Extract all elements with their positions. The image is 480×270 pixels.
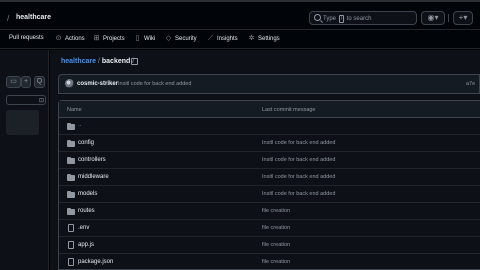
search-icon: [314, 14, 321, 21]
avatar[interactable]: [65, 79, 74, 88]
file-name-link[interactable]: controllers: [78, 157, 106, 163]
book-icon: ▯: [135, 35, 140, 42]
folder-icon: [67, 140, 75, 147]
file-commit-message[interactable]: Insitl code for back end added: [262, 191, 335, 197]
tab-wiki-label: Wiki: [144, 35, 156, 42]
tab-settings[interactable]: ✲ Settings: [248, 35, 280, 42]
copilot-button[interactable]: ◉▾: [421, 11, 445, 25]
file-name-link[interactable]: routes: [78, 208, 95, 214]
folder-icon: [67, 208, 75, 215]
file-name-link[interactable]: config: [78, 140, 94, 146]
folder-icon: [67, 191, 75, 198]
search-input[interactable]: Type / to search: [309, 11, 417, 25]
tab-wiki[interactable]: ▯ Wiki: [134, 35, 156, 42]
tab-actions-label: Actions: [65, 35, 85, 42]
copy-path-icon[interactable]: [131, 58, 138, 65]
plus-icon: +: [23, 78, 29, 85]
tab-projects-label: Projects: [103, 35, 125, 42]
search-icon: Q: [36, 78, 43, 85]
folder-icon: [67, 174, 75, 181]
tab-actions[interactable]: ⊙ Actions: [55, 35, 85, 42]
graph-icon: ⟋: [208, 35, 213, 42]
file-commit-message[interactable]: Insitl code for back end added: [262, 140, 335, 146]
filter-icon: ⊡: [38, 98, 44, 104]
header-divider: [448, 14, 449, 22]
file-commit-message[interactable]: file creation: [262, 225, 290, 231]
file-name-link[interactable]: models: [78, 191, 97, 197]
file-commit-message[interactable]: file creation: [262, 242, 290, 248]
create-new-button[interactable]: +▾: [453, 11, 473, 25]
tab-pull-requests[interactable]: Pull requests: [9, 35, 44, 41]
owner-separator: /: [7, 14, 10, 23]
commit-message-link[interactable]: Insitl code for back end added: [118, 81, 191, 87]
shield-icon: ◇: [165, 35, 172, 42]
sidebar-collapse-icon: ▭: [10, 78, 17, 85]
breadcrumb-separator: /: [97, 58, 100, 65]
folder-icon: [67, 157, 75, 164]
column-header-name: Name: [67, 107, 82, 113]
gear-icon: ✲: [248, 35, 255, 42]
tab-insights[interactable]: ⟋ Insights: [207, 35, 238, 42]
file-commit-message[interactable]: Insitl code for back end added: [262, 157, 335, 163]
table-row-parent[interactable]: [59, 118, 480, 135]
file-commit-message[interactable]: Insitl code for back end added: [262, 174, 335, 180]
breadcrumb-current-folder: backend: [101, 58, 131, 65]
folder-icon: [67, 123, 75, 130]
selected-tree-item[interactable]: [6, 110, 39, 135]
file-icon: [68, 224, 74, 232]
file-commit-message[interactable]: file creation: [262, 259, 290, 265]
repo-name-link[interactable]: healthcare: [16, 14, 51, 21]
file-tree-menu-button[interactable]: ▭: [6, 76, 21, 88]
tab-insights-label: Insights: [217, 35, 238, 42]
tab-pull-requests-label: Pull requests: [9, 35, 44, 41]
tab-security[interactable]: ◇ Security: [165, 35, 197, 42]
tab-settings-label: Settings: [258, 35, 280, 42]
breadcrumb-repo-link[interactable]: healthcare: [61, 58, 96, 65]
commit-sha-link[interactable]: a7e: [466, 81, 475, 87]
table-icon: ⊞: [93, 35, 100, 42]
column-header-message: Last commit message: [262, 107, 316, 113]
file-name-link[interactable]: middleware: [78, 174, 109, 180]
file-commit-message[interactable]: file creation: [262, 208, 290, 214]
plus-icon: +▾: [458, 13, 468, 22]
file-name-link[interactable]: .env: [78, 225, 89, 231]
copilot-icon: ◉▾: [427, 13, 439, 22]
file-name-link[interactable]: package.json: [78, 259, 113, 265]
file-icon: [68, 258, 74, 266]
commit-author-link[interactable]: cosmic-striker: [77, 81, 118, 87]
tab-projects[interactable]: ⊞ Projects: [93, 35, 125, 42]
search-shortcut-key: /: [338, 15, 345, 23]
search-placeholder: Type / to search: [323, 15, 372, 23]
tab-security-label: Security: [175, 35, 197, 42]
parent-directory-link[interactable]: ..: [78, 122, 81, 128]
file-search-button[interactable]: Q: [34, 76, 45, 88]
breadcrumb: healthcare / backend /: [61, 58, 134, 65]
window-top-strip: [0, 0, 480, 2]
file-name-link[interactable]: app.js: [78, 242, 94, 248]
file-filter-input[interactable]: ⊡: [6, 95, 46, 105]
play-icon: ⊙: [55, 35, 62, 42]
file-icon: [68, 241, 74, 249]
add-file-button[interactable]: +: [21, 76, 31, 88]
